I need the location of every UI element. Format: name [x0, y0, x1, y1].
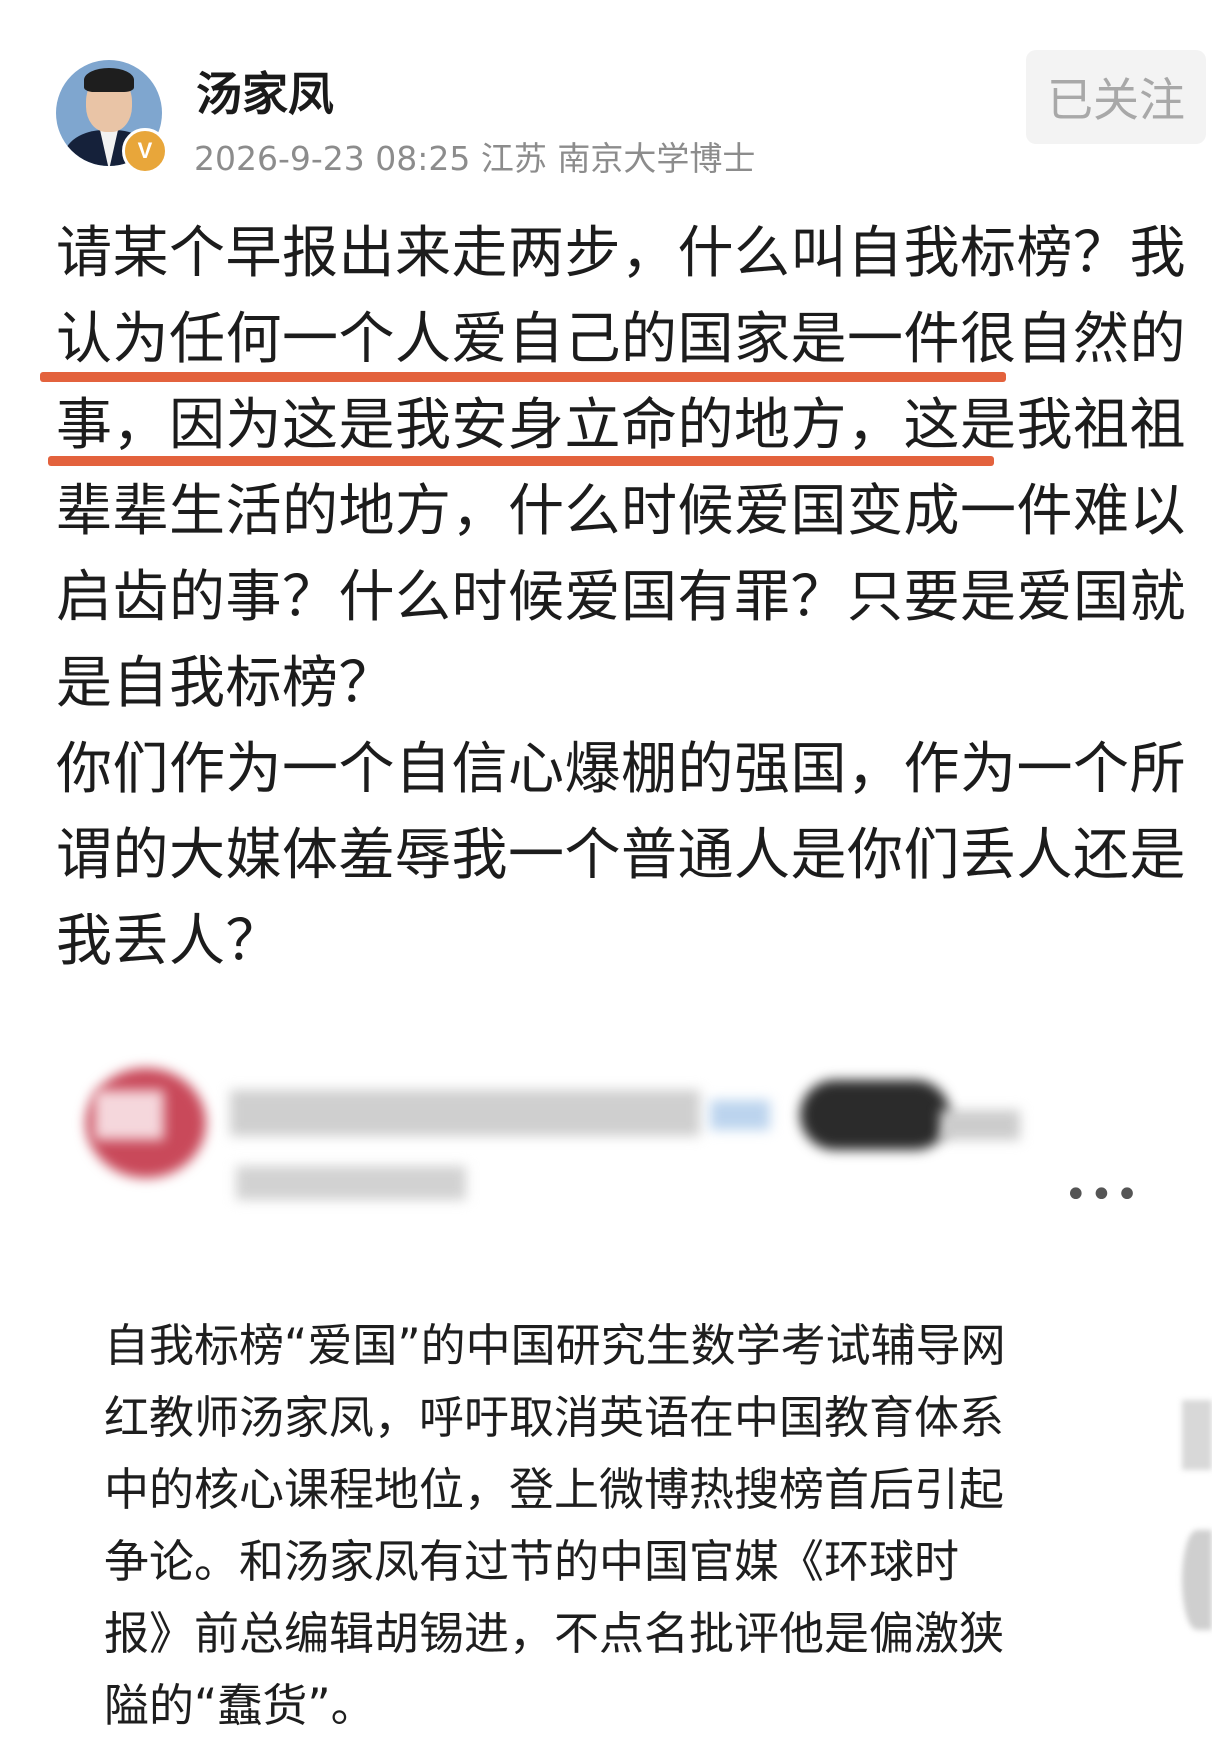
quoted-line: 争论。和汤家凤有过节的中国官媒《环球时 — [104, 1535, 960, 1588]
adjacent-card-fragment — [1182, 1400, 1212, 1470]
post-line: 启齿的事？什么时候爱国有罪？只要是爱国就 — [56, 565, 1186, 630]
follow-button[interactable]: 已关注 — [1026, 50, 1206, 144]
verified-badge-icon: V — [122, 128, 168, 174]
quoted-line: 隘的“蠢货”。 — [104, 1679, 376, 1732]
quoted-name-blur — [230, 1090, 700, 1136]
quoted-extra-blur — [940, 1110, 1020, 1140]
avatar-hair — [84, 68, 134, 92]
quoted-line: 报》前总编辑胡锡进，不点名批评他是偏激狭 — [104, 1607, 1005, 1660]
post-header: V 汤家凤 2026-9-23 08:25 江苏 南京大学博士 已关注 — [0, 0, 1212, 200]
quoted-line: 中的核心课程地位，登上微博热搜榜首后引起 — [104, 1463, 1005, 1516]
post-line: 请某个早报出来走两步，什么叫自我标榜？我 — [56, 221, 1186, 286]
quoted-line: 红教师汤家凤，呼吁取消英语在中国教育体系 — [104, 1391, 1005, 1444]
quoted-tag-blur — [710, 1100, 770, 1130]
username[interactable]: 汤家凤 — [196, 58, 334, 124]
post-line: 我丢人？ — [56, 909, 282, 974]
adjacent-card-fragment — [1182, 1530, 1212, 1630]
quoted-follow-button[interactable] — [800, 1080, 950, 1150]
quoted-avatar-mark — [94, 1090, 164, 1140]
post-line: 谓的大媒体羞辱我一个普通人是你们丢人还是 — [56, 823, 1186, 888]
quoted-line: 自我标榜“爱国”的中国研究生数学考试辅导网 — [104, 1319, 1006, 1372]
post-line: 是自我标榜？ — [56, 651, 395, 716]
post-meta: 2026-9-23 08:25 江苏 南京大学博士 — [194, 139, 756, 178]
post-line: 辈辈生活的地方，什么时候爱国变成一件难以 — [56, 479, 1186, 544]
post-line: 你们作为一个自信心爆棚的强国，作为一个所 — [56, 737, 1186, 802]
